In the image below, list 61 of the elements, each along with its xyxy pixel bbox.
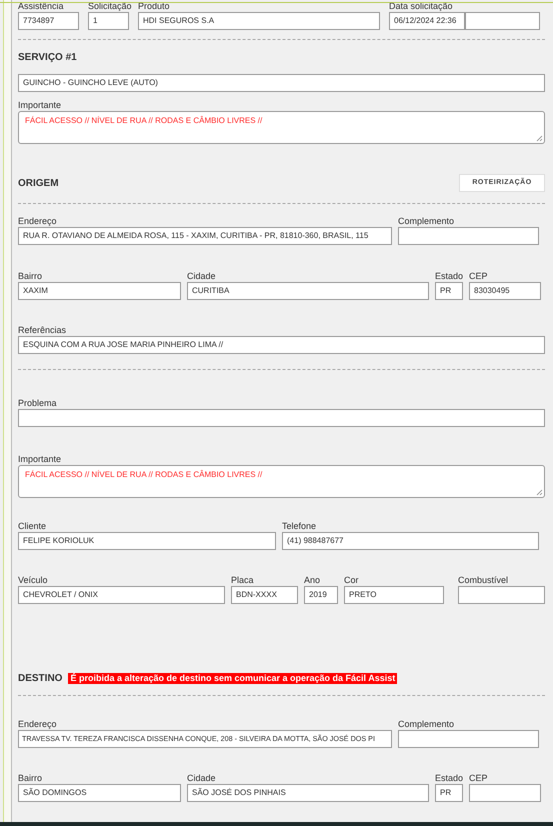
text-field[interactable] — [469, 784, 541, 802]
field-label: Cliente — [18, 521, 48, 532]
text-field[interactable]: XAXIM — [18, 282, 181, 300]
text-field[interactable]: CURITIBA — [187, 282, 429, 300]
text-field[interactable]: RUA R. OTAVIANO DE ALMEIDA ROSA, 115 - XAXIM, CURITIBA - PR, 81810-360, BRASIL, 115 — [18, 227, 392, 245]
resize-grip-icon[interactable] — [536, 489, 543, 496]
field-label: Endereço — [18, 216, 58, 227]
field-label: Combustível — [458, 575, 510, 586]
text-field[interactable]: GUINCHO - GUINCHO LEVE (AUTO) — [18, 74, 545, 92]
text-field[interactable]: ESQUINA COM A RUA JOSE MARIA PINHEIRO LIMA // — [18, 336, 545, 354]
field-label: Data solicitação — [389, 1, 454, 12]
text-area[interactable]: FÁCIL ACESSO // NÍVEL DE RUA // RODAS E CÂMBIO LIVRES // — [18, 465, 545, 498]
field-label: Assistência — [18, 1, 65, 12]
text-field[interactable]: 83030495 — [469, 282, 541, 300]
text-field[interactable]: FELIPE KORIOLUK — [18, 532, 276, 550]
text-field[interactable]: 7734897 — [18, 12, 79, 30]
resize-grip-icon[interactable] — [536, 135, 543, 142]
field-label: Produto — [138, 1, 171, 12]
text-field[interactable]: (41) 988487677 — [282, 532, 539, 550]
field-label: Importante — [18, 454, 62, 465]
field-label: Veículo — [18, 575, 49, 586]
text-field[interactable]: SÃO JOSÉ DOS PINHAIS — [187, 784, 429, 802]
text-field[interactable]: SÃO DOMINGOS — [18, 784, 181, 802]
text-field[interactable] — [465, 12, 540, 30]
text-field[interactable]: 1 — [88, 12, 129, 30]
warning-label: É proibida a alteração de destino sem comunicar a operação da Fácil Assist — [68, 672, 398, 684]
field-label: Bairro — [18, 773, 44, 784]
field-label: Estado — [435, 271, 463, 282]
section-title: SERVIÇO #1 — [18, 52, 78, 64]
field-label: Complemento — [398, 719, 456, 730]
field-label: Cidade — [187, 773, 217, 784]
field-label: Solicitação — [88, 1, 129, 12]
text-field[interactable]: CHEVROLET / ONIX — [18, 586, 225, 604]
field-label: Referências — [18, 325, 68, 336]
field-label: Bairro — [18, 271, 44, 282]
field-label: Ano — [304, 575, 322, 586]
field-label: Endereço — [18, 719, 58, 730]
text-field[interactable]: BDN-XXXX — [231, 586, 298, 604]
field-label: Placa — [231, 575, 255, 586]
text-area[interactable]: FÁCIL ACESSO // NÍVEL DE RUA // RODAS E CÂMBIO LIVRES // — [18, 111, 545, 144]
text-field[interactable]: HDI SEGUROS S.A — [138, 12, 380, 30]
text-field[interactable]: PR — [435, 784, 463, 802]
field-label: Cidade — [187, 271, 217, 282]
field-label: Complemento — [398, 216, 456, 227]
field-label: CEP — [469, 773, 489, 784]
field-label: Importante — [18, 100, 62, 111]
text-field[interactable] — [458, 586, 545, 604]
text-field[interactable]: 06/12/2024 22:36 — [389, 12, 465, 30]
field-label: CEP — [469, 271, 489, 282]
text-field[interactable]: PR — [435, 282, 463, 300]
section-title: ORIGEM — [18, 176, 59, 190]
field-label: Problema — [18, 398, 58, 409]
field-label: Cor — [344, 575, 360, 586]
text-field[interactable] — [398, 730, 539, 748]
text-field[interactable] — [18, 409, 545, 427]
field-label: Estado — [435, 773, 463, 784]
text-field[interactable] — [398, 227, 539, 245]
text-field[interactable]: PRETO — [344, 586, 444, 604]
section-title: DESTINO — [18, 672, 62, 686]
text-field[interactable]: 2019 — [304, 586, 338, 604]
field-label: Telefone — [282, 521, 318, 532]
